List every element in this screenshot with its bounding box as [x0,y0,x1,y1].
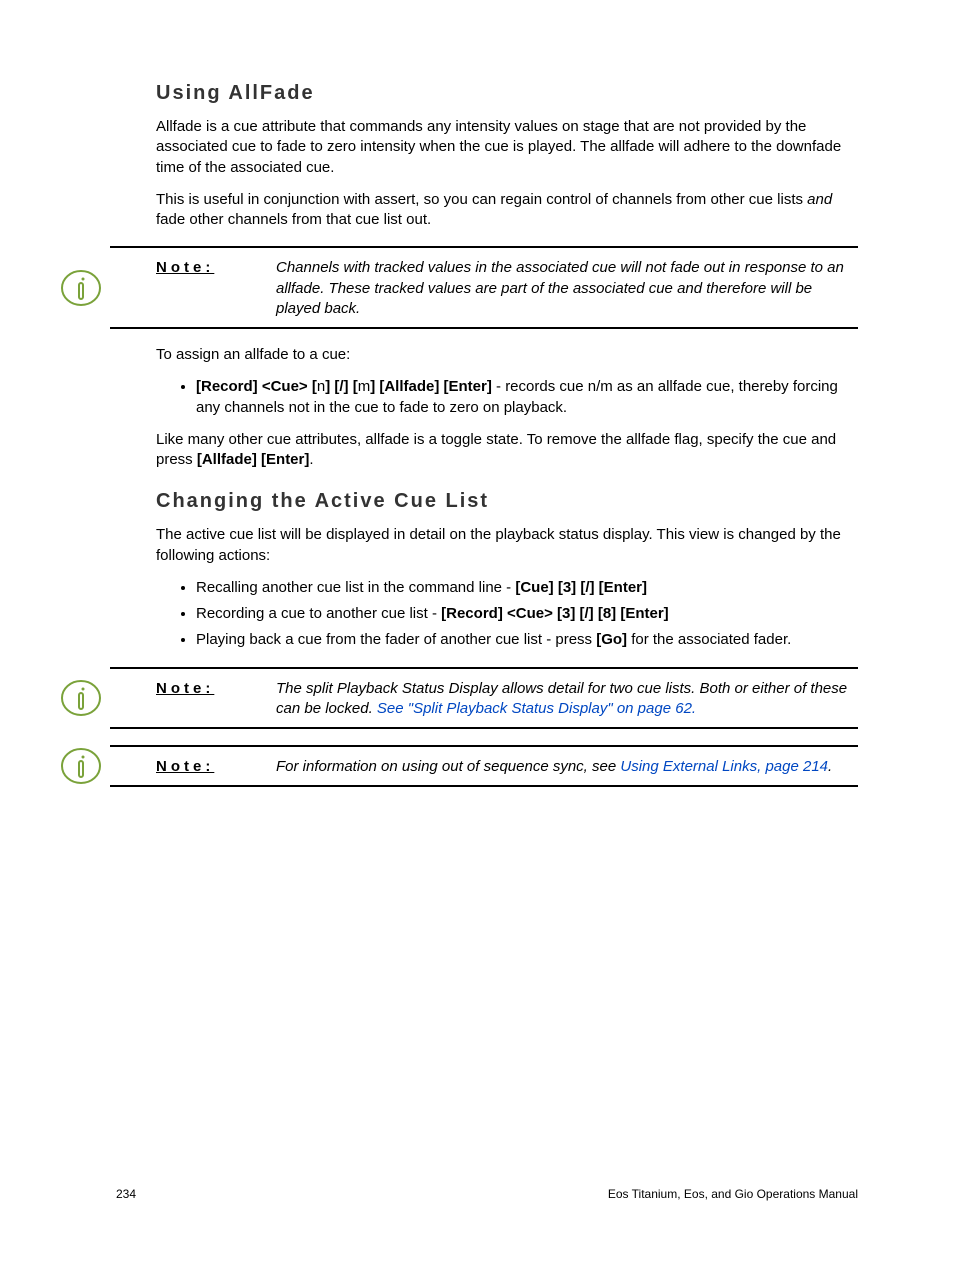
key-sequence: ] [Allfade] [Enter] [370,378,492,395]
manual-title: Eos Titanium, Eos, and Gio Operations Ma… [608,1186,858,1202]
list-item: [Record] <Cue> [n] [/] [m] [Allfade] [En… [196,377,858,418]
key-sequence: [Record] <Cue> [3] [/] [8] [Enter] [441,605,669,622]
list: Recalling another cue list in the comman… [156,578,858,651]
list-item: Playing back a cue from the fader of ano… [196,630,858,650]
text: n [317,378,325,395]
info-icon [60,269,102,307]
key-sequence: [Allfade] [Enter] [197,451,310,468]
divider [110,727,858,729]
key-sequence: ] [/] [ [325,378,357,395]
note-block: Note: The split Playback Status Display … [60,667,858,730]
text: Recalling another cue list in the comman… [196,579,515,596]
key-sequence: [Record] <Cue> [ [196,378,317,395]
info-icon [60,679,102,717]
list-item: Recalling another cue list in the comman… [196,578,858,598]
divider [110,785,858,787]
note-label: Note: [110,679,276,720]
text: m [358,378,371,395]
note-body: Channels with tracked values in the asso… [276,258,858,319]
text: Playing back a cue from the fader of ano… [196,631,596,648]
text: Recording a cue to another cue list - [196,605,441,622]
note-body: The split Playback Status Display allows… [276,679,858,720]
text: This is useful in conjunction with asser… [156,191,807,208]
text: for the associated fader. [627,631,791,648]
heading-changing-active-cue-list: Changing the Active Cue List [156,488,858,515]
page-footer: 234 Eos Titanium, Eos, and Gio Operation… [116,1186,858,1202]
key-sequence: [Cue] [3] [/] [Enter] [515,579,647,596]
para: Like many other cue attributes, allfade … [156,430,858,471]
note-label: Note: [110,258,276,319]
para: The active cue list will be displayed in… [156,525,858,566]
text-emph: and [807,191,832,208]
para: Allfade is a cue attribute that commands… [156,117,858,178]
note-label: Note: [110,757,276,777]
heading-using-allfade: Using AllFade [156,80,858,107]
text: fade other channels from that cue list o… [156,211,431,228]
para: To assign an allfade to a cue: [156,345,858,365]
page-number: 234 [116,1186,136,1202]
text: . [309,451,313,468]
cross-ref-link[interactable]: See "Split Playback Status Display" on p… [377,700,696,717]
list: [Record] <Cue> [n] [/] [m] [Allfade] [En… [156,377,858,418]
para: This is useful in conjunction with asser… [156,190,858,231]
cross-ref-link[interactable]: Using External Links, page 214 [620,758,828,775]
note-body: For information on using out of sequence… [276,757,858,777]
text: . [828,758,832,775]
list-item: Recording a cue to another cue list - [R… [196,604,858,624]
info-icon [60,747,102,785]
key-sequence: [Go] [596,631,627,648]
divider [110,327,858,329]
text: For information on using out of sequence… [276,758,620,775]
note-block: Note: For information on using out of se… [60,745,858,787]
note-block: Note: Channels with tracked values in th… [60,246,858,329]
